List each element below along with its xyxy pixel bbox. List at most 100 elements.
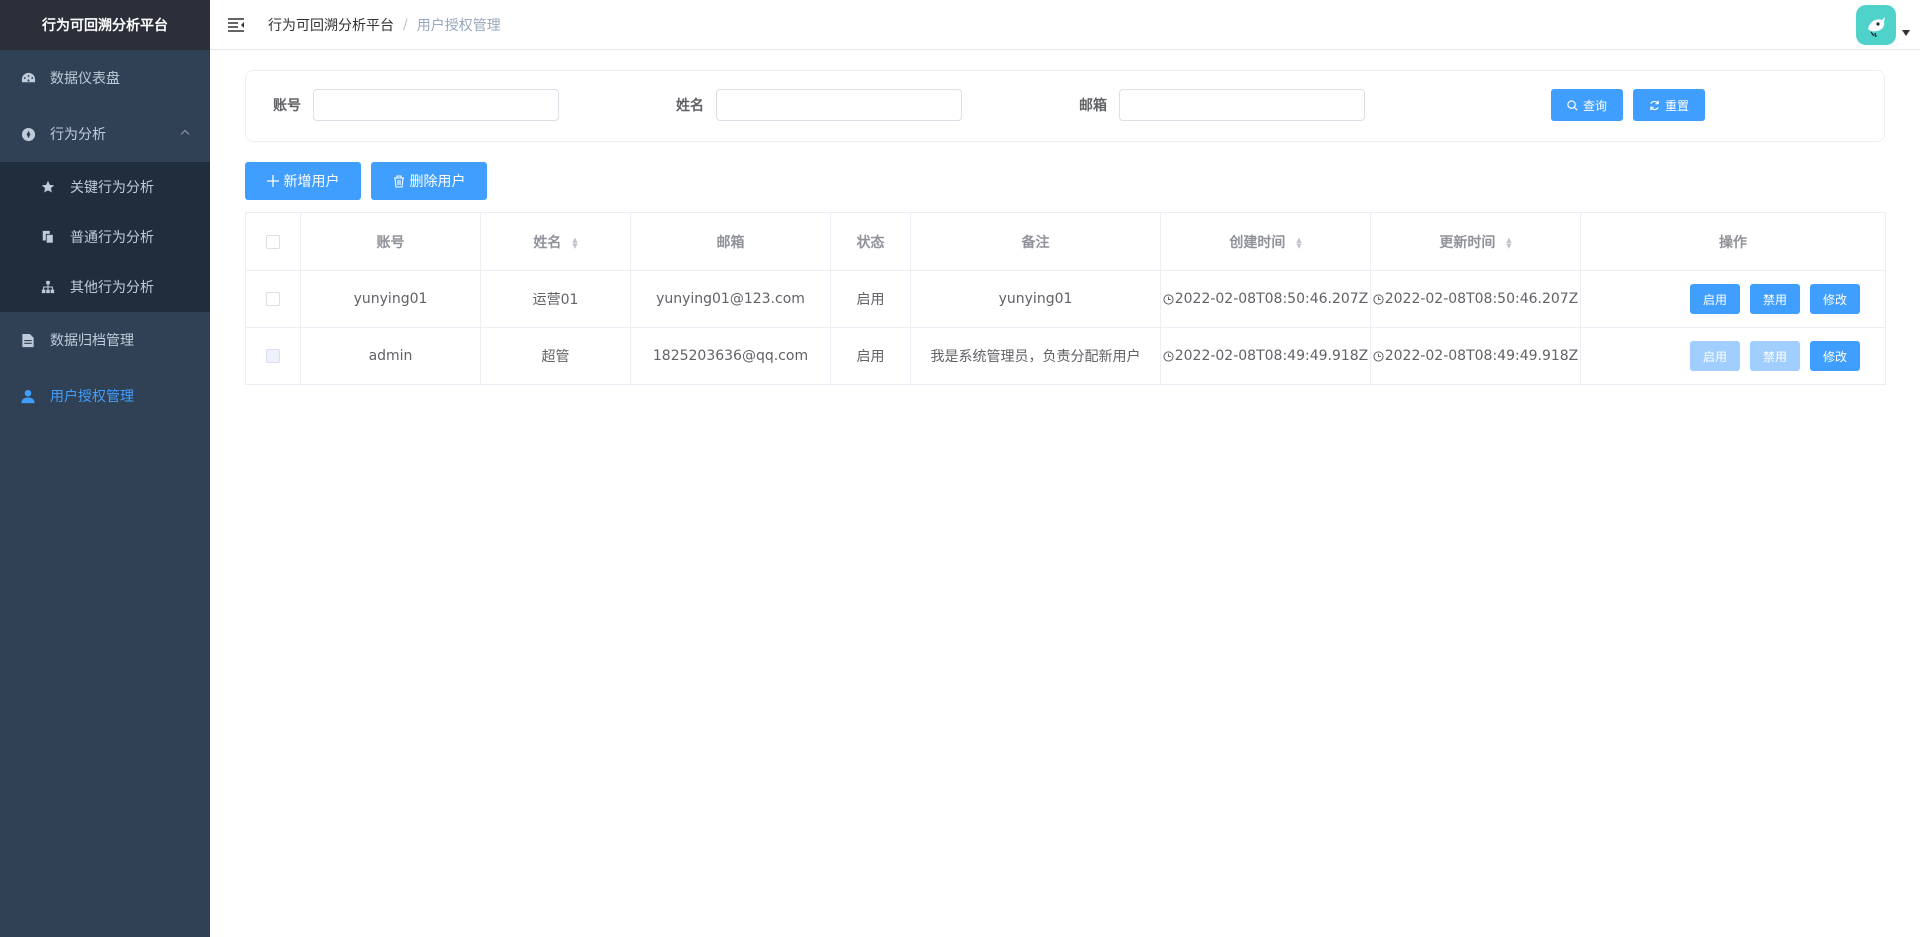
column-header-remark: 备注 [910,212,1161,271]
sidebar-item-normal-behavior[interactable]: 普通行为分析 [0,212,210,262]
plus-icon [266,175,279,187]
enable-button[interactable]: 启用 [1689,284,1740,314]
top-navbar: 行为可回溯分析平台 / 用户授权管理 [210,0,1920,50]
sidebar-item-key-behavior[interactable]: 关键行为分析 [0,162,210,212]
table-header-row: 账号 姓名 ▲ ▼ 邮箱 状态 备注 创建时间 ▲ ▼ 更新时间 ▲ ▼ 操作 [245,212,1886,271]
table-row: admin 超管 1825203636@qq.com 启用 我是系统管理员，负责… [245,327,1886,385]
cell-remark: 我是系统管理员，负责分配新用户 [910,327,1161,385]
row-select-cell [245,270,301,328]
created-time-text: 2022-02-08T08:49:49.918Z [1174,348,1369,364]
sidebar-item-user-auth[interactable]: 用户授权管理 [0,368,210,424]
column-header-status: 状态 [830,212,911,271]
table-toolbar: 新增用户 删除用户 [245,162,1885,200]
column-header-actions: 操作 [1580,212,1886,271]
column-header-label: 姓名 [533,234,562,251]
select-all-checkbox[interactable] [266,234,280,249]
cell-created: 2022-02-08T08:50:46.207Z [1160,270,1371,328]
sidebar-item-label: 普通行为分析 [70,230,154,246]
cell-status: 启用 [830,327,911,385]
name-input[interactable] [716,89,962,121]
breadcrumb-current: 用户授权管理 [416,17,501,34]
column-header-updated[interactable]: 更新时间 ▲ ▼ [1370,212,1581,271]
account-input[interactable] [313,89,559,121]
sort-caret-icon[interactable]: ▲ ▼ [1296,236,1301,249]
star-icon [40,179,56,195]
copy-icon [40,229,56,245]
dashboard-icon [20,70,36,86]
user-table: 账号 姓名 ▲▼ 邮箱 状态 备注 创建时间 ▲▼ 更新时间 ▲▼ 操作 [245,212,1886,385]
sidebar-item-label: 关键行为分析 [70,180,154,196]
sidebar: 行为可回溯分析平台 数据仪表盘 行为分析 关键行为分析 普通行为分析 其他行为分… [0,0,210,937]
breadcrumb: 行为可回溯分析平台 / 用户授权管理 [268,15,501,35]
sidebar-item-other-behavior[interactable]: 其他行为分析 [0,262,210,312]
sidebar-item-label: 数据归档管理 [50,333,134,349]
add-user-label: 新增用户 [283,174,340,190]
disable-button[interactable]: 禁用 [1749,284,1800,314]
row-checkbox[interactable] [266,292,280,306]
tree-icon [40,279,56,295]
cell-email: yunying01@123.com [630,270,831,328]
reset-button-label: 重置 [1664,98,1689,113]
account-field: 账号 [261,89,559,121]
delete-user-button[interactable]: 删除用户 [371,162,487,200]
chevron-up-icon [180,128,190,141]
column-header-label: 创建时间 [1229,234,1286,251]
column-header-name[interactable]: 姓名 ▲ ▼ [480,212,631,271]
email-input[interactable] [1119,89,1365,121]
sort-caret-icon[interactable]: ▲ ▼ [1506,236,1511,249]
cell-actions: 启用 禁用 修改 [1580,327,1886,385]
caret-down-icon [1902,29,1910,39]
account-label: 账号 [273,98,301,114]
hamburger-menu-icon[interactable] [226,15,246,35]
enable-button[interactable]: 启用 [1689,341,1740,371]
updated-time-text: 2022-02-08T08:49:49.918Z [1384,348,1579,364]
column-header-account: 账号 [300,212,481,271]
trash-icon [393,174,405,188]
clock-icon [1373,294,1384,305]
column-header-email: 邮箱 [630,212,831,271]
sidebar-item-dashboard[interactable]: 数据仪表盘 [0,50,210,106]
sidebar-item-label: 数据仪表盘 [50,71,120,87]
updated-time-text: 2022-02-08T08:50:46.207Z [1384,291,1579,307]
email-field: 邮箱 [1067,89,1365,121]
column-header-label: 更新时间 [1439,234,1496,251]
cell-actions: 启用 禁用 修改 [1580,270,1886,328]
created-time-text: 2022-02-08T08:50:46.207Z [1174,291,1369,307]
sidebar-item-data-archive[interactable]: 数据归档管理 [0,312,210,368]
compass-icon [20,126,36,142]
add-user-button[interactable]: 新增用户 [245,162,361,200]
sidebar-item-behavior-analysis[interactable]: 行为分析 [0,106,210,162]
cell-name: 超管 [480,327,631,385]
breadcrumb-separator: / [403,16,408,33]
cell-email: 1825203636@qq.com [630,327,831,385]
cell-account: admin [300,327,481,385]
search-form: 账号 姓名 邮箱 查询 重置 [245,70,1885,142]
select-all-cell [245,212,301,271]
email-label: 邮箱 [1079,98,1107,114]
clock-icon [1373,351,1384,362]
cell-created: 2022-02-08T08:49:49.918Z [1160,327,1371,385]
cell-account: yunying01 [300,270,481,328]
cell-updated: 2022-02-08T08:49:49.918Z [1370,327,1581,385]
clock-icon [1163,294,1174,305]
sidebar-item-label: 行为分析 [50,127,106,143]
avatar-mascot-icon [1868,17,1885,38]
document-icon [20,332,36,348]
edit-button[interactable]: 修改 [1809,284,1860,314]
sidebar-item-label: 其他行为分析 [70,280,154,296]
edit-button[interactable]: 修改 [1809,341,1860,371]
avatar[interactable] [1856,5,1896,45]
name-field: 姓名 [664,89,962,121]
disable-button[interactable]: 禁用 [1749,341,1800,371]
main-content: 账号 姓名 邮箱 查询 重置 新增用户 删除用户 账号 姓名 ▲ ▼ 邮箱 状态… [210,50,1920,937]
user-avatar-dropdown[interactable] [1856,5,1910,45]
sidebar-item-label: 用户授权管理 [50,389,134,405]
column-header-created[interactable]: 创建时间 ▲ ▼ [1160,212,1371,271]
row-checkbox[interactable] [266,349,280,363]
query-button[interactable]: 查询 [1551,89,1623,121]
cell-name: 运营01 [480,270,631,328]
reset-button[interactable]: 重置 [1633,89,1705,121]
sort-caret-icon[interactable]: ▲ ▼ [572,236,577,249]
breadcrumb-home[interactable]: 行为可回溯分析平台 [268,15,394,35]
behavior-submenu: 关键行为分析 普通行为分析 其他行为分析 [0,162,210,312]
